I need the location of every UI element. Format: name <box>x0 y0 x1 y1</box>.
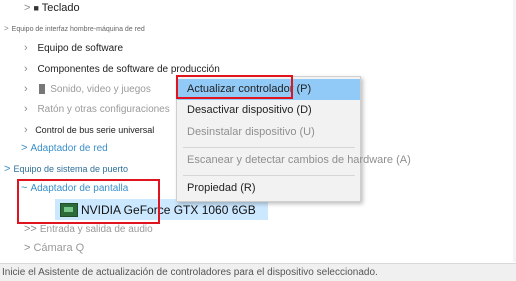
menu-item-update-driver[interactable]: Actualizar controlador (P) <box>177 79 360 100</box>
tree-item-adaptador-red[interactable]: > Adaptador de red <box>21 143 108 154</box>
chevron-right-icon[interactable]: > <box>4 163 10 175</box>
tree-item-sonido[interactable]: › Sonido, video y juegos <box>24 84 151 95</box>
tree-item-raton[interactable]: › Ratón y otras configuraciones <box>24 104 170 115</box>
chevron-down-icon[interactable]: ~ <box>21 182 27 194</box>
tree-item-equipo-software[interactable]: › Equipo de software <box>24 43 123 54</box>
status-bar: Inicie el Asistente de actualización de … <box>0 263 516 281</box>
tree-item-label: Equipo de sistema de puerto <box>13 164 129 174</box>
chevron-right-icon[interactable]: › <box>24 103 28 115</box>
tree-item-sistema-puerto[interactable]: > Equipo de sistema de puerto <box>4 164 128 175</box>
chevron-right-icon[interactable]: > <box>4 24 9 33</box>
menu-item-properties[interactable]: Propiedad (R) <box>177 178 360 199</box>
chevron-right-icon[interactable]: › <box>24 83 28 95</box>
tree-item-label: Control de bus serie universal <box>35 125 155 135</box>
context-menu: Actualizar controlador (P) Desactivar di… <box>176 76 411 202</box>
menu-item-uninstall-device[interactable]: Desinstalar dispositivo (U) <box>177 122 360 143</box>
chevron-right-icon[interactable]: › <box>24 124 28 136</box>
menu-separator <box>183 175 355 176</box>
keyboard-icon: ■ <box>33 3 39 13</box>
tree-item-camara[interactable]: > Cámara Q <box>24 243 84 254</box>
tree-item-equipo-interfaz[interactable]: > Equipo de interfaz hombre-máquina de re… <box>4 24 145 34</box>
chevron-right-icon[interactable]: > <box>24 2 30 14</box>
menu-item-disable-device[interactable]: Desactivar dispositivo (D) <box>177 100 360 121</box>
speaker-icon <box>39 84 46 95</box>
tree-item-label: Adaptador de pantalla <box>30 183 129 194</box>
tree-item-entrada-salida[interactable]: >> Entrada y salida de audio <box>24 224 153 235</box>
menu-separator <box>183 147 355 148</box>
tree-item-label: Equipo de software <box>37 43 124 54</box>
tree-item-label: Cámara Q <box>33 242 85 254</box>
tree-item-label: Equipo de interfaz hombre-máquina de red <box>11 26 145 33</box>
tree-item-componentes[interactable]: › Componentes de software de producción <box>24 64 220 75</box>
tree-item-label: Adaptador de red <box>30 143 108 154</box>
chevron-right-icon[interactable]: >> <box>24 223 37 235</box>
tree-item-label: Sonido, video y juegos <box>50 84 151 95</box>
display-adapter-icon <box>60 203 78 217</box>
menu-item-scan-hardware[interactable]: Escanear y detectar cambios de hardware … <box>177 150 411 171</box>
chevron-right-icon[interactable]: > <box>24 242 30 254</box>
chevron-right-icon[interactable]: › <box>24 63 28 75</box>
tree-item-adaptador-pantalla[interactable]: ~ Adaptador de pantalla <box>21 183 128 194</box>
chevron-right-icon[interactable]: > <box>21 142 27 154</box>
tree-item-bus-serie[interactable]: › Control de bus serie universal <box>24 125 154 136</box>
tree-item-label: Componentes de software de producción <box>37 64 220 75</box>
tree-item-gpu-label: NVIDIA GeForce GTX 1060 6GB <box>81 203 256 217</box>
tree-item-label: Ratón y otras configuraciones <box>37 104 170 115</box>
tree-item-label: Entrada y salida de audio <box>39 224 153 235</box>
tree-item-label: Teclado <box>41 2 80 14</box>
chevron-right-icon[interactable]: › <box>24 42 28 54</box>
status-text: Inicie el Asistente de actualización de … <box>2 267 378 278</box>
tree-item-teclado[interactable]: > ■ Teclado <box>24 3 80 14</box>
